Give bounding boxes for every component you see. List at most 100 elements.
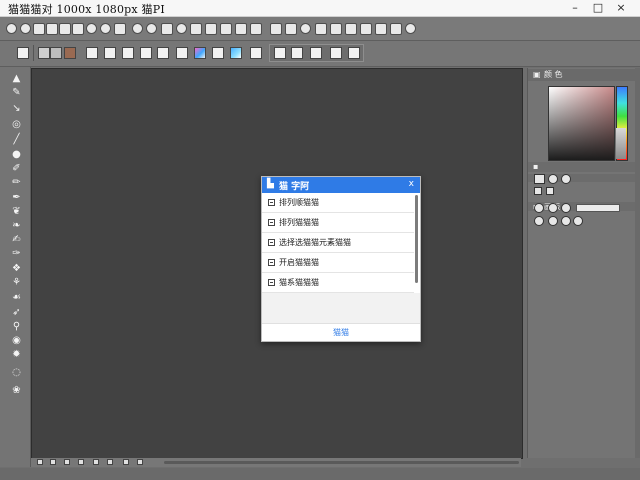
status-icon-5[interactable] [93,459,99,465]
prop-radio-5[interactable] [548,216,558,226]
smudge-tool-icon[interactable]: ✐ [11,163,22,174]
document-icon[interactable] [250,47,262,59]
history-icon[interactable] [176,23,187,34]
small-box-icon[interactable] [534,187,542,195]
option-icon[interactable] [561,174,571,184]
dialog-scrollbar[interactable] [415,195,418,283]
checkbox-icon[interactable] [268,239,275,246]
pen-tool-icon[interactable]: ↘ [11,103,22,114]
color-panel-header[interactable]: ▣ 颜 色 [528,69,635,81]
stop-icon[interactable] [348,47,360,59]
circle-icon[interactable] [330,47,342,59]
leaf-tool-icon[interactable]: ❀ [11,385,22,396]
crop-icon[interactable] [205,23,217,35]
grid-icon[interactable] [220,23,232,35]
pencil-tool-icon[interactable]: ╱ [11,134,22,145]
checkbox-icon[interactable] [268,259,275,266]
clone-tool-icon[interactable]: ❦ [11,206,22,217]
gradient-2-icon[interactable] [230,47,242,59]
prop-radio-4[interactable] [534,216,544,226]
gradient-icon[interactable] [194,47,206,59]
default-colors-icon[interactable] [548,174,558,184]
lasso-tool-icon[interactable]: ◎ [11,119,22,130]
brush-tool-icon[interactable]: ✎ [11,87,22,98]
fill-tool-icon[interactable]: ❖ [11,263,22,274]
status-icon-6[interactable] [107,459,113,465]
prop-radio-2[interactable] [548,203,558,213]
forward-icon[interactable] [46,23,58,35]
new-layer-icon[interactable] [38,47,50,59]
ruler-icon[interactable] [235,23,247,35]
status-icon-2[interactable] [50,459,56,465]
status-icon-3[interactable] [64,459,70,465]
prop-slider-1[interactable] [576,204,620,212]
horizontal-scrollbar[interactable] [164,461,519,464]
back-icon[interactable] [33,23,45,35]
prop-radio-3[interactable] [561,203,571,213]
undo-icon[interactable] [86,23,97,34]
text-icon[interactable] [285,23,297,35]
shape-tool-icon[interactable]: ● [11,149,22,160]
select-icon[interactable] [315,23,327,35]
small-box-2-icon[interactable] [546,187,554,195]
sample-tool-icon[interactable]: ◉ [11,335,22,346]
swap-colors-icon[interactable] [534,174,545,184]
status-icon-8[interactable] [137,459,143,465]
blank-icon[interactable] [140,47,152,59]
guide-icon[interactable] [250,23,262,35]
color-picker-field[interactable] [548,86,615,161]
prop-radio-6[interactable] [561,216,571,226]
zoom-icon[interactable] [146,23,157,34]
filter-icon[interactable] [345,23,357,35]
swirl-tool-icon[interactable]: ◌ [11,367,22,378]
snap-icon[interactable] [270,23,282,35]
status-icon-1[interactable] [37,459,43,465]
perspective-icon[interactable] [176,47,188,59]
rect-select-icon[interactable] [17,47,29,59]
hand-tool-icon[interactable] [86,47,98,59]
list-item[interactable]: 选择选猫猫元素猫猫 [262,233,414,253]
zoom-tool-icon[interactable]: ⚲ [11,321,22,332]
redo-icon[interactable] [100,23,111,34]
alpha-slider[interactable] [616,128,626,159]
list-item[interactable]: 排列顺猫猫 [262,193,414,213]
eraser-tool-icon[interactable]: ✏ [11,177,22,188]
mask-icon[interactable] [310,47,322,59]
prev-icon[interactable] [291,47,303,59]
flip-icon[interactable] [122,47,134,59]
move-tool-icon[interactable]: ▲ [11,73,22,84]
tool-icon[interactable] [59,23,71,35]
help-icon[interactable] [405,23,416,34]
swatch-icon[interactable] [64,47,76,59]
checkbox-icon[interactable] [268,219,275,226]
eyedropper-tool-icon[interactable]: ✒ [11,192,22,203]
share-icon[interactable] [390,23,402,35]
status-icon-7[interactable] [123,459,129,465]
close-window-button[interactable]: × [608,0,634,16]
adjust-icon[interactable] [360,23,372,35]
prop-radio-7[interactable] [573,216,583,226]
blur-tool-icon[interactable]: ✑ [11,248,22,259]
settings-icon[interactable] [20,23,31,34]
checkbox-icon[interactable] [268,199,275,206]
home-icon[interactable] [6,23,17,34]
prop-radio-1[interactable] [534,203,544,213]
confirm-button[interactable]: 猫猫 [328,327,354,339]
heal-tool-icon[interactable]: ❧ [11,220,22,231]
checkbox-icon[interactable] [268,279,275,286]
hand-icon[interactable] [161,23,173,35]
export-icon[interactable] [375,23,387,35]
square-icon[interactable] [104,47,116,59]
status-icon-4[interactable] [78,459,84,465]
square-2-icon[interactable] [212,47,224,59]
brush-icon[interactable] [114,23,126,35]
list-item[interactable]: 排列猫猫猫 [262,213,414,233]
play-icon[interactable] [274,47,286,59]
refresh-icon[interactable] [132,23,143,34]
mix-tool-icon[interactable]: ✹ [11,349,22,360]
sponge-tool-icon[interactable]: ☙ [11,292,22,303]
dodge-tool-icon[interactable]: ✍ [11,234,22,245]
dialog-close-button[interactable]: x [409,179,414,189]
path-tool-icon[interactable]: ➶ [11,307,22,318]
transform-icon[interactable] [330,23,342,35]
